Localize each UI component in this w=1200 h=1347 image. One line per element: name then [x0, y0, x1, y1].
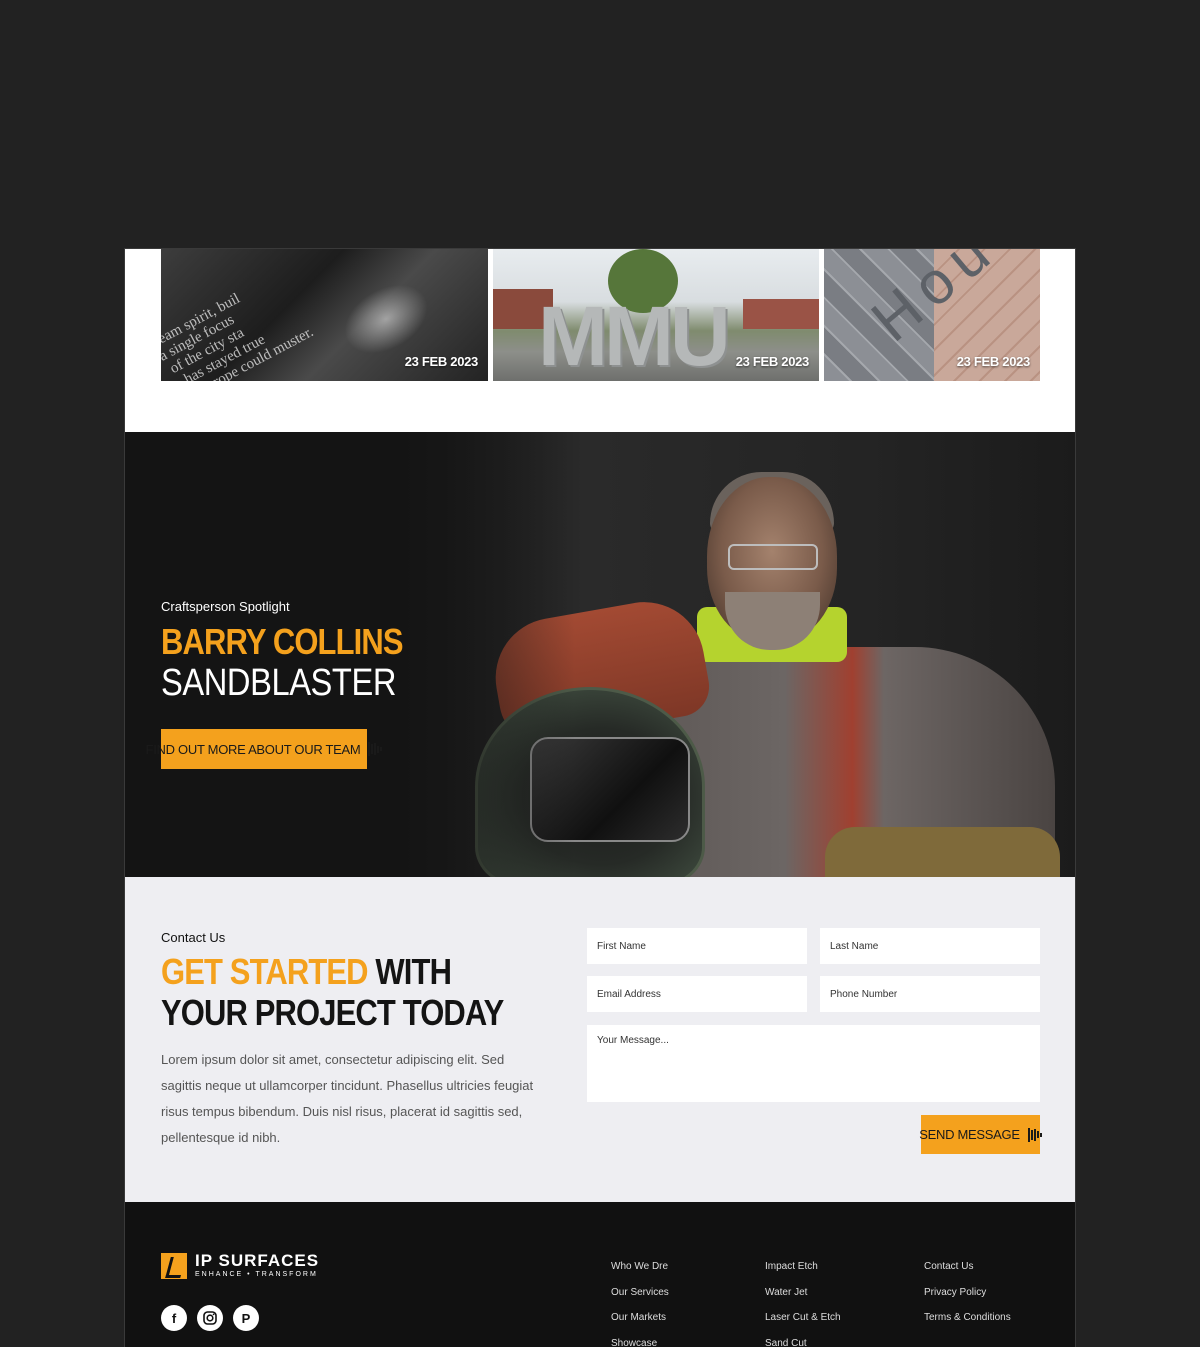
footer-link[interactable]: Impact Etch — [765, 1254, 841, 1280]
footer-link[interactable]: Water Jet — [765, 1280, 841, 1306]
craftsperson-spotlight: Craftsperson Spotlight BARRY COLLINS SAN… — [125, 432, 1075, 877]
social-links: f P — [161, 1305, 259, 1331]
footer-link[interactable]: Contact Us — [924, 1254, 1011, 1280]
arrow-bars-icon — [368, 742, 383, 756]
arrow-bars-icon — [1027, 1127, 1042, 1142]
logo-mark-icon — [161, 1252, 187, 1279]
footer-link[interactable]: Laser Cut & Etch — [765, 1305, 841, 1331]
footer-link[interactable]: Showcase — [611, 1331, 669, 1347]
pinterest-icon[interactable]: P — [233, 1305, 259, 1331]
phone-field[interactable] — [820, 976, 1040, 1012]
footer-link[interactable]: Our Markets — [611, 1305, 669, 1331]
spotlight-name: BARRY COLLINS — [161, 621, 404, 662]
footer-links-col-2: Impact Etch Water Jet Laser Cut & Etch S… — [765, 1254, 841, 1347]
logo-name: IP SURFACES — [195, 1251, 320, 1270]
news-card-date: 23 FEB 2023 — [404, 354, 479, 369]
footer: IP SURFACES ENHANCE • TRANSFORM f P Who … — [125, 1202, 1075, 1347]
news-card[interactable]: MMU 23 FEB 2023 — [493, 249, 819, 381]
news-card-date: 23 FEB 2023 — [956, 354, 1031, 369]
footer-link[interactable]: Privacy Policy — [924, 1280, 1011, 1306]
last-name-field[interactable] — [820, 928, 1040, 964]
spotlight-role: SANDBLASTER — [161, 662, 396, 704]
contact-body: Lorem ipsum dolor sit amet, consectetur … — [161, 1052, 534, 1145]
page-frame: a team spirit, buil a single focus of th… — [124, 248, 1076, 1347]
logo[interactable]: IP SURFACES ENHANCE • TRANSFORM — [161, 1252, 319, 1279]
news-card[interactable]: a team spirit, buil a single focus of th… — [161, 249, 488, 381]
spotlight-eyebrow: Craftsperson Spotlight — [161, 599, 290, 614]
message-field[interactable] — [587, 1025, 1040, 1102]
footer-links-col-3: Contact Us Privacy Policy Terms & Condit… — [924, 1254, 1011, 1331]
find-out-more-button[interactable]: FIND OUT MORE ABOUT OUR TEAM — [146, 729, 383, 769]
send-message-button[interactable]: SEND MESSAGE — [919, 1115, 1042, 1154]
logo-tagline: ENHANCE • TRANSFORM — [195, 1271, 318, 1278]
footer-link[interactable]: Terms & Conditions — [924, 1305, 1011, 1331]
card-image-sculpture: MMU — [538, 289, 731, 381]
news-card[interactable]: Hou 23 FEB 2023 — [824, 249, 1040, 381]
footer-link[interactable]: Who We Dre — [611, 1254, 669, 1280]
contact-section: Contact Us GET STARTED WITH YOUR PROJECT… — [125, 877, 1075, 1202]
email-field[interactable] — [587, 976, 807, 1012]
footer-link[interactable]: Sand Cut — [765, 1331, 841, 1347]
first-name-field[interactable] — [587, 928, 807, 964]
contact-eyebrow: Contact Us — [161, 930, 226, 945]
news-card-date: 23 FEB 2023 — [735, 354, 810, 369]
contact-title: GET STARTED WITH YOUR PROJECT TODAY — [161, 951, 504, 1033]
footer-link[interactable]: Our Services — [611, 1280, 669, 1306]
instagram-icon[interactable] — [197, 1305, 223, 1331]
facebook-icon[interactable]: f — [161, 1305, 187, 1331]
footer-links-col-1: Who We Dre Our Services Our Markets Show… — [611, 1254, 669, 1347]
spotlight-text: Craftsperson Spotlight BARRY COLLINS SAN… — [161, 599, 442, 704]
news-strip: a team spirit, buil a single focus of th… — [125, 249, 1075, 432]
